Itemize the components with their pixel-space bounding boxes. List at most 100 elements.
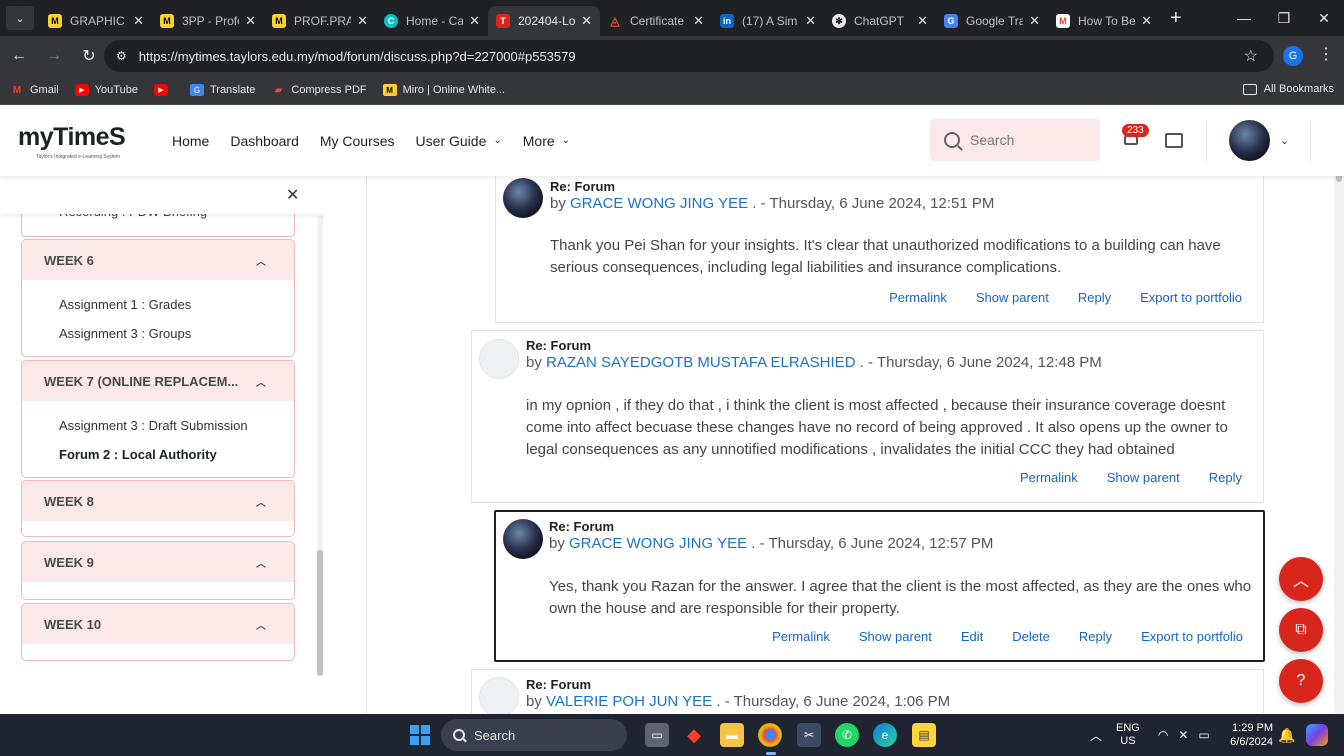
show-parent-link[interactable]: Show parent (976, 290, 1049, 305)
close-icon[interactable]: ✕ (1141, 13, 1152, 29)
close-icon[interactable]: ✕ (286, 185, 299, 205)
author-link[interactable]: GRACE WONG JING YEE (570, 195, 748, 212)
back-arrow-icon[interactable]: ← (3, 40, 35, 72)
chrome-profile-avatar[interactable]: G (1283, 46, 1303, 66)
week-header[interactable]: WEEK 6 ︿ (22, 240, 294, 280)
forward-arrow-icon[interactable]: → (38, 40, 70, 72)
site-info-icon[interactable]: ⚙ (116, 49, 127, 63)
chevron-up-icon[interactable]: ︿ (256, 374, 266, 389)
close-window-icon[interactable]: ✕ (1304, 0, 1344, 36)
author-avatar[interactable] (503, 519, 543, 559)
export-to-portfolio-link[interactable]: Export to portfolio (1140, 290, 1242, 305)
course-item-current[interactable]: Forum 2 : Local Authority (22, 440, 294, 469)
week-header[interactable]: WEEK 9 ︿ (22, 542, 294, 582)
bookmark-gmail[interactable]: M Gmail (10, 84, 59, 96)
restore-icon[interactable]: ❐ (1264, 0, 1304, 36)
bookmark-youtube-2[interactable]: ▶ (153, 84, 174, 96)
bookmark-compress-pdf[interactable]: ▰ Compress PDF (271, 84, 367, 96)
close-icon[interactable]: ✕ (693, 13, 704, 29)
reload-icon[interactable]: ↻ (73, 40, 105, 72)
close-icon[interactable]: ✕ (245, 13, 256, 29)
browser-tab[interactable]: C Home - Ca ✕ (376, 6, 488, 36)
edge-icon[interactable]: e (873, 723, 897, 747)
reply-link[interactable]: Reply (1209, 470, 1242, 485)
close-icon[interactable]: ✕ (357, 13, 368, 29)
close-icon[interactable]: ✕ (581, 13, 592, 29)
mute-icon[interactable]: ✕ (1178, 728, 1194, 742)
file-explorer-icon[interactable]: ▬ (720, 723, 744, 747)
drawer-scrollbar-thumb[interactable] (317, 550, 323, 676)
windows-start-icon[interactable] (410, 725, 430, 745)
nav-my-courses[interactable]: My Courses (320, 133, 395, 149)
diamond-app-icon[interactable]: ◆ (682, 723, 706, 747)
edit-link[interactable]: Edit (961, 629, 983, 644)
minimize-icon[interactable]: — (1224, 0, 1264, 36)
close-icon[interactable]: ✕ (133, 13, 144, 29)
browser-tab[interactable]: ◬ Certificate ✕ (600, 6, 712, 36)
chevron-up-icon[interactable]: ︿ (256, 494, 266, 509)
user-avatar[interactable] (1229, 120, 1270, 161)
export-to-portfolio-link[interactable]: Export to portfolio (1141, 629, 1243, 644)
nav-dashboard[interactable]: Dashboard (230, 133, 299, 149)
author-avatar[interactable] (503, 178, 543, 218)
browser-tab-active[interactable]: T 202404-Lo ✕ (488, 6, 600, 36)
mytimes-logo[interactable]: myTimeS Taylor's Integrated e-Learning Sy… (18, 123, 126, 160)
bookmark-youtube[interactable]: ▶ YouTube (74, 84, 138, 96)
bookmark-star-icon[interactable]: ☆ (1244, 46, 1258, 66)
snipping-tool-icon[interactable]: ✂ (797, 723, 821, 747)
nav-user-guide[interactable]: User Guide ⌄ (416, 133, 502, 149)
copilot-icon[interactable] (1306, 724, 1328, 746)
show-parent-link[interactable]: Show parent (859, 629, 932, 644)
author-link[interactable]: RAZAN SAYEDGOTB MUSTAFA ELRASHIED (546, 354, 856, 371)
site-search[interactable] (930, 119, 1100, 161)
chrome-icon[interactable] (758, 723, 782, 747)
author-link[interactable]: GRACE WONG JING YEE (569, 535, 747, 552)
notification-icon[interactable]: 🔔 (1278, 727, 1295, 744)
permalink-link[interactable]: Permalink (1020, 470, 1078, 485)
browser-tab[interactable]: M PROF.PRAC ✕ (264, 6, 376, 36)
language-indicator[interactable]: ENG US (1116, 722, 1140, 748)
nav-home[interactable]: Home (172, 133, 209, 149)
close-icon[interactable]: ✕ (469, 13, 480, 29)
browser-tab[interactable]: G Google Tra ✕ (936, 6, 1048, 36)
close-icon[interactable]: ✕ (917, 13, 928, 29)
browser-tab[interactable]: in (17) A Sim ✕ (712, 6, 824, 36)
page-scrollbar[interactable] (1334, 170, 1344, 714)
search-input[interactable] (970, 132, 1080, 148)
course-item[interactable]: Assignment 3 : Groups (22, 319, 294, 348)
url-input[interactable]: ⚙ https://mytimes.taylors.edu.my/mod/for… (104, 40, 1274, 72)
bookmark-miro[interactable]: M Miro | Online White... (382, 84, 505, 96)
sticky-notes-icon[interactable]: ▤ (912, 723, 936, 747)
browser-tab[interactable]: M 3PP - Profe ✕ (152, 6, 264, 36)
chevron-down-icon[interactable]: ⌄ (1280, 134, 1289, 147)
reply-link[interactable]: Reply (1079, 629, 1112, 644)
nav-more[interactable]: More ⌄ (523, 133, 570, 149)
permalink-link[interactable]: Permalink (889, 290, 947, 305)
back-to-top-button[interactable]: ︿ (1279, 557, 1323, 601)
wifi-icon[interactable]: ◠ (1158, 728, 1174, 742)
show-parent-link[interactable]: Show parent (1107, 470, 1180, 485)
browser-tab[interactable]: M GRAPHIC ✕ (40, 6, 152, 36)
chevron-up-icon[interactable]: ︿ (256, 253, 266, 268)
whatsapp-icon[interactable]: ✆ (835, 723, 859, 747)
battery-icon[interactable]: ▭ (1198, 728, 1215, 742)
help-button[interactable]: ? (1279, 659, 1323, 703)
taskbar-search[interactable]: Search (441, 719, 627, 751)
kebab-menu-icon[interactable]: ⋮ (1318, 44, 1334, 64)
new-tab-button[interactable]: + (1170, 7, 1182, 30)
bookmark-translate[interactable]: G Translate (189, 84, 255, 96)
default-avatar-icon[interactable] (479, 677, 519, 717)
course-item[interactable]: Assignment 3 : Draft Submission (22, 411, 294, 440)
default-avatar-icon[interactable] (479, 339, 519, 379)
reply-link[interactable]: Reply (1078, 290, 1111, 305)
chevron-up-icon[interactable]: ︿ (1090, 727, 1102, 744)
browser-tab[interactable]: M How To Be ✕ (1048, 6, 1160, 36)
author-link[interactable]: VALERIE POH JUN YEE (546, 693, 712, 710)
close-icon[interactable]: ✕ (1029, 13, 1040, 29)
task-view-icon[interactable]: ▭ (645, 723, 669, 747)
week-header[interactable]: WEEK 7 (ONLINE REPLACEM... ︿ (22, 361, 294, 401)
close-icon[interactable]: ✕ (805, 13, 816, 29)
system-clock[interactable]: 1:29 PM 6/6/2024 (1225, 721, 1273, 749)
delete-link[interactable]: Delete (1012, 629, 1050, 644)
browser-tab[interactable]: ✻ ChatGPT ✕ (824, 6, 936, 36)
